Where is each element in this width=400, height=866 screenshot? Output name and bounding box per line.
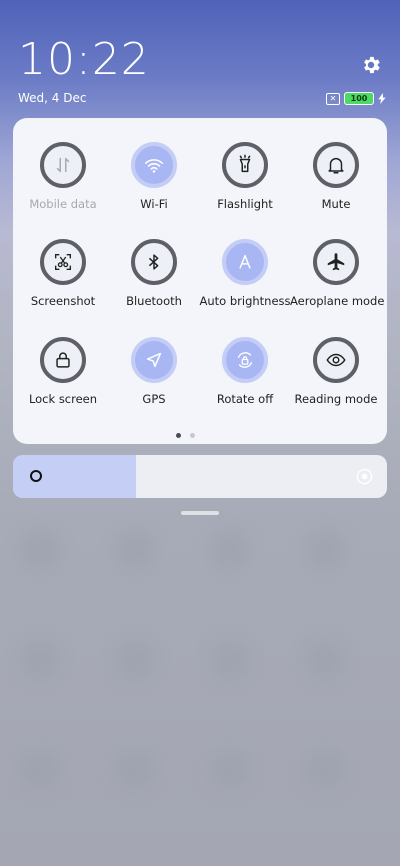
brightness-slider[interactable] [13, 455, 387, 498]
bluetooth-icon [131, 239, 177, 285]
tile-label: Mute [321, 197, 351, 211]
tile-label: Reading mode [294, 392, 378, 406]
rotate-lock-icon [222, 337, 268, 383]
mobile-data-icon [40, 142, 86, 188]
status-icons: ✕ 100 [326, 92, 386, 105]
tile-label: Auto brightness [199, 294, 291, 308]
lock-icon [40, 337, 86, 383]
auto-brightness-toggle-icon[interactable] [356, 468, 373, 485]
tile-label: Mobile data [29, 197, 97, 211]
no-sim-icon: ✕ [326, 92, 340, 105]
eye-icon [313, 337, 359, 383]
tile-gps[interactable]: GPS [108, 337, 200, 406]
drag-handle[interactable] [181, 511, 219, 515]
tile-label: Wi-Fi [140, 197, 168, 211]
bell-icon [313, 142, 359, 188]
tile-label: Lock screen [28, 392, 98, 406]
tile-reading-mode[interactable]: Reading mode [290, 337, 382, 406]
tile-aeroplane-mode[interactable]: Aeroplane mode [290, 239, 385, 308]
tile-screenshot[interactable]: Screenshot [17, 239, 109, 308]
tile-label: GPS [142, 392, 166, 406]
tile-bluetooth[interactable]: Bluetooth [108, 239, 200, 308]
tile-auto-brightness[interactable]: Auto brightness [199, 239, 291, 308]
tile-wifi[interactable]: Wi-Fi [108, 142, 200, 211]
auto-brightness-icon [222, 239, 268, 285]
flashlight-icon [222, 142, 268, 188]
tile-label: Flashlight [217, 197, 273, 211]
status-date: Wed, 4 Dec [18, 91, 87, 105]
tile-mobile-data[interactable]: Mobile data [17, 142, 109, 211]
tile-lock-screen[interactable]: Lock screen [17, 337, 109, 406]
tile-mute[interactable]: Mute [290, 142, 382, 211]
page-dot-1[interactable] [176, 433, 181, 438]
page-indicator [176, 433, 195, 438]
brightness-low-icon [30, 470, 42, 482]
screenshot-icon [40, 239, 86, 285]
location-arrow-icon [131, 337, 177, 383]
battery-indicator: 100 [344, 92, 374, 105]
tile-rotate-off[interactable]: Rotate off [199, 337, 291, 406]
charging-bolt-icon [378, 93, 386, 104]
clock-time: 10:22 [18, 34, 150, 85]
quick-settings-panel: Mobile data Wi-Fi Flashlight Mute Screen… [13, 118, 387, 444]
tile-flashlight[interactable]: Flashlight [199, 142, 291, 211]
tile-label: Rotate off [216, 392, 274, 406]
page-dot-2[interactable] [190, 433, 195, 438]
tile-label: Aeroplane mode [290, 294, 385, 308]
airplane-icon [313, 239, 359, 285]
gear-icon[interactable] [360, 54, 382, 76]
tile-label: Screenshot [30, 294, 96, 308]
background-blur [20, 530, 380, 830]
wifi-icon [131, 142, 177, 188]
tile-label: Bluetooth [126, 294, 182, 308]
